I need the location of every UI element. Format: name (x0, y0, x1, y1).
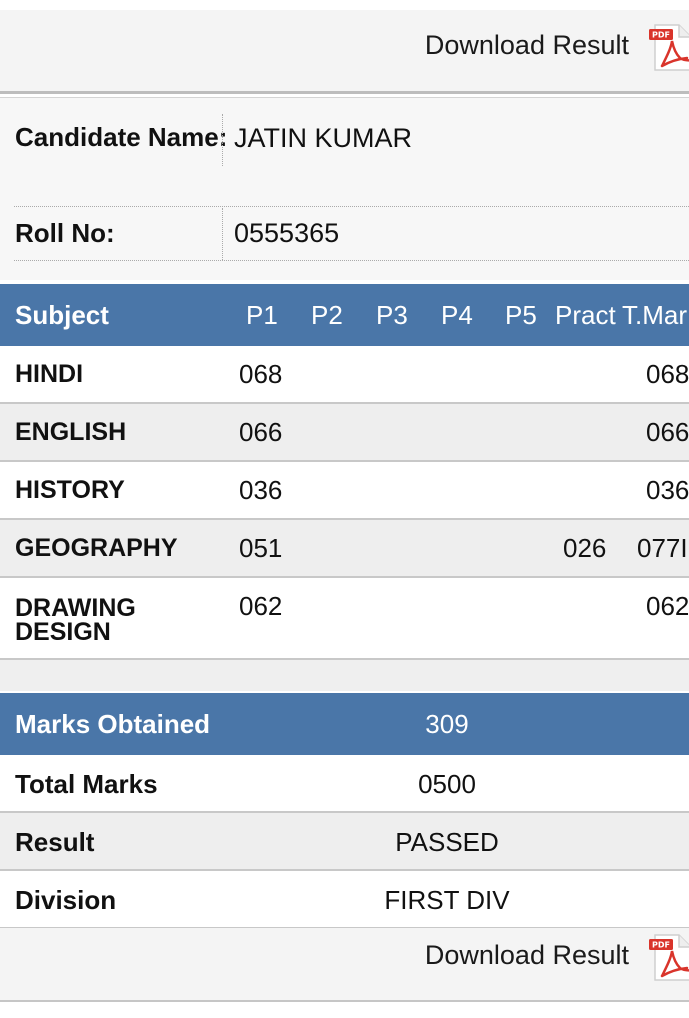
info-divider-horizontal (14, 260, 689, 261)
total-marks-row: Total Marks 0500 (0, 755, 689, 813)
download-bar-top: Download Result PDF (0, 10, 689, 94)
header-p3: P3 (376, 300, 408, 330)
result-row: Result PASSED (0, 813, 689, 871)
total-marks-value: 0500 (418, 769, 476, 799)
division-label: Division (15, 885, 117, 915)
pdf-icon-text: PDF (652, 31, 670, 40)
p1-mark: 051 (239, 533, 283, 563)
pdf-icon[interactable]: PDF (647, 932, 689, 984)
info-divider-vertical (222, 208, 223, 260)
header-p5: P5 (505, 300, 537, 330)
table-row: DRAWING DESIGN 062 062 (0, 578, 689, 660)
subject-name: DRAWING DESIGN (15, 594, 136, 646)
table-row: GEOGRAPHY 051 026 077I (0, 520, 689, 578)
total-marks-label: Total Marks (15, 769, 158, 799)
download-result-link[interactable]: Download Result (425, 30, 629, 61)
subject-name: HISTORY (15, 476, 125, 504)
header-p2: P2 (311, 300, 343, 330)
download-result-link[interactable]: Download Result (425, 940, 629, 971)
header-subject: Subject (15, 300, 109, 330)
p1-mark: 036 (239, 475, 283, 505)
table-row: HINDI 068 068 (0, 346, 689, 404)
roll-no-value: 0555365 (234, 218, 340, 248)
result-value: PASSED (395, 827, 499, 857)
header-p1: P1 (246, 300, 278, 330)
roll-no-label: Roll No: (15, 218, 115, 248)
header-pract: Pract (555, 300, 616, 330)
download-bar-bottom: Download Result PDF (0, 928, 689, 1002)
total-mark: 066 (646, 417, 689, 447)
pdf-icon-text: PDF (652, 941, 670, 950)
marks-table-header: Subject P1 P2 P3 P4 P5 Pract T.Mar (0, 284, 689, 346)
p1-mark: 068 (239, 359, 283, 389)
candidate-info: Candidate Name: JATIN KUMAR Roll No: 055… (0, 97, 689, 280)
subject-name: HINDI (15, 360, 84, 388)
total-mark: 062 (646, 591, 689, 621)
info-divider-horizontal (14, 206, 689, 207)
marks-obtained-label: Marks Obtained (15, 709, 211, 739)
subject-name: GEOGRAPHY (15, 534, 178, 562)
candidate-name-label: Candidate Name: (15, 122, 228, 152)
p1-mark: 066 (239, 417, 283, 447)
table-row: ENGLISH 066 066 (0, 404, 689, 462)
table-row: HISTORY 036 036 (0, 462, 689, 520)
pract-mark: 026 (563, 533, 607, 563)
result-label: Result (15, 827, 95, 857)
info-divider-vertical (222, 114, 223, 166)
p1-mark: 062 (239, 591, 283, 621)
marks-obtained-value: 309 (425, 709, 469, 739)
header-total: T.Mar (622, 300, 687, 330)
total-mark: 036 (646, 475, 689, 505)
total-mark: 068 (646, 359, 689, 389)
division-value: FIRST DIV (384, 885, 510, 915)
pdf-icon[interactable]: PDF (647, 22, 689, 74)
subject-name: ENGLISH (15, 418, 127, 446)
total-mark: 077I (637, 533, 688, 563)
section-spacer (0, 660, 689, 691)
marks-obtained-row: Marks Obtained 309 (0, 693, 689, 755)
division-row: Division FIRST DIV (0, 871, 689, 929)
header-p4: P4 (441, 300, 473, 330)
candidate-name-value: JATIN KUMAR (234, 123, 413, 153)
